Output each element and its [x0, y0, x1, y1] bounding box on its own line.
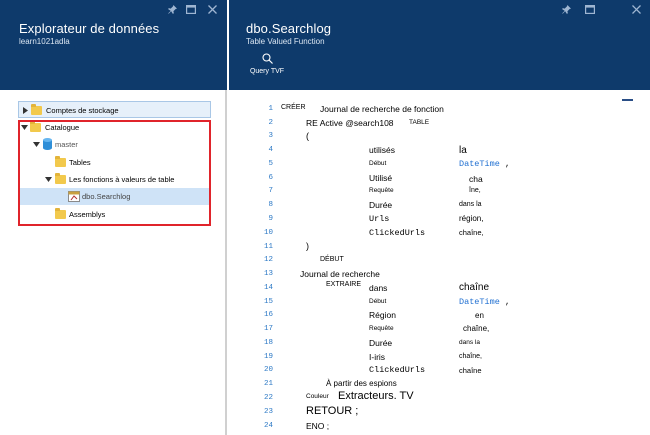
code-token: en: [475, 311, 484, 320]
code-editor[interactable]: 1 2 3 4 5 6 7 8 9 10 11 12 13 14 15 16 1…: [229, 90, 650, 435]
code-token: (: [306, 131, 309, 141]
code-token: chaîne,: [463, 324, 490, 333]
line-number: 14: [263, 284, 273, 292]
code-token: cha: [469, 174, 483, 184]
line-number: 13: [263, 270, 273, 278]
code-token: À partir des espions: [326, 379, 397, 388]
function-type: Table Valued Function: [246, 37, 325, 46]
code-token: Requête: [369, 187, 394, 194]
line-number: 23: [263, 408, 273, 416]
line-number: 11: [263, 243, 273, 251]
code-token: ClickedUrls: [369, 365, 426, 375]
data-explorer-header: Explorateur de données learn1021adla: [0, 0, 227, 90]
close-icon[interactable]: [630, 3, 642, 15]
close-icon[interactable]: [206, 3, 218, 15]
expand-arrow-icon[interactable]: [21, 102, 29, 119]
code-token: îne,: [469, 187, 481, 194]
maximize-icon[interactable]: [185, 3, 197, 15]
code-token: Urls: [369, 214, 390, 224]
collapse-icon[interactable]: [622, 99, 633, 101]
code-token: Région: [369, 310, 396, 320]
code-token: Requête: [369, 325, 394, 332]
line-number: 10: [263, 229, 273, 237]
line-number: 16: [263, 311, 273, 319]
code-token: ,: [505, 297, 511, 307]
code-token: dans: [369, 283, 388, 293]
line-number: 5: [268, 160, 273, 168]
code-token: dans la: [459, 201, 482, 208]
line-number: 19: [263, 353, 273, 361]
code-token: chaîne,: [459, 228, 484, 237]
code-token: chaîne: [459, 366, 482, 375]
line-number: 3: [268, 132, 273, 140]
tree-node-storage-accounts[interactable]: Comptes de stockage: [18, 101, 211, 118]
code-token: RETOUR ;: [306, 405, 359, 417]
data-explorer-blade: Explorateur de données learn1021adla Com…: [0, 0, 227, 435]
pin-icon[interactable]: [560, 3, 572, 15]
folder-icon: [31, 104, 42, 116]
line-number: 1: [268, 105, 273, 113]
line-number: 12: [263, 256, 273, 264]
code-token: DÉBUT: [320, 256, 344, 263]
code-token-type: DateTime: [459, 159, 500, 169]
code-token: dans la: [459, 339, 480, 346]
code-token: ClickedUrls: [369, 228, 426, 238]
line-number: 6: [268, 174, 273, 182]
function-header: dbo.Searchlog Table Valued Function Quer…: [229, 0, 650, 90]
code-token: Durée: [369, 338, 393, 348]
line-number: 4: [268, 146, 273, 154]
maximize-icon[interactable]: [584, 3, 596, 15]
code-token: Utilisé: [369, 173, 393, 183]
search-icon: [261, 53, 273, 64]
line-number: 15: [263, 298, 273, 306]
line-number: 7: [268, 187, 273, 195]
line-number: 2: [268, 119, 273, 127]
function-title: dbo.Searchlog: [246, 21, 332, 36]
line-number: 9: [268, 215, 273, 223]
code-token: Début: [369, 160, 387, 167]
code-token: la: [459, 145, 467, 156]
line-number: 17: [263, 325, 273, 333]
code-token: EXTRAIRE: [326, 281, 362, 288]
code-token-type: DateTime: [459, 297, 500, 307]
account-name: learn1021adla: [19, 37, 70, 46]
line-number: 24: [263, 422, 273, 430]
code-token: CRÉER: [281, 104, 306, 111]
line-number: 21: [263, 380, 273, 388]
code-token: I-iris: [369, 352, 386, 362]
code-token: utilisés: [369, 145, 395, 155]
code-token: chaîne,: [459, 353, 482, 360]
function-blade: dbo.Searchlog Table Valued Function Quer…: [229, 0, 650, 435]
code-token: ENO ;: [306, 421, 330, 431]
query-tvf-button[interactable]: Query TVF: [247, 53, 287, 75]
code-token: Extracteurs. TV: [338, 390, 414, 402]
code-token: Couleur: [306, 393, 329, 400]
line-number: 22: [263, 394, 273, 402]
code-token: région,: [459, 214, 484, 223]
code-token: TABLE: [409, 119, 430, 126]
code-token: Durée: [369, 200, 393, 210]
data-explorer-title: Explorateur de données: [19, 21, 160, 36]
code-token: chaîne: [459, 282, 490, 293]
tree-node-label: Comptes de stockage: [46, 106, 119, 115]
code-token: ): [306, 241, 309, 251]
line-number: 8: [268, 201, 273, 209]
code-token: Journal de recherche de fonction: [320, 104, 444, 114]
code-token: Journal de recherche: [300, 269, 380, 279]
code-token: ,: [505, 159, 511, 169]
line-number: 20: [263, 366, 273, 374]
pin-icon[interactable]: [166, 3, 178, 15]
code-token: RE Active @search108: [306, 118, 394, 128]
query-tvf-label: Query TVF: [249, 68, 285, 75]
code-token: Début: [369, 298, 387, 305]
line-number: 18: [263, 339, 273, 347]
highlight-annotation: [18, 120, 211, 226]
